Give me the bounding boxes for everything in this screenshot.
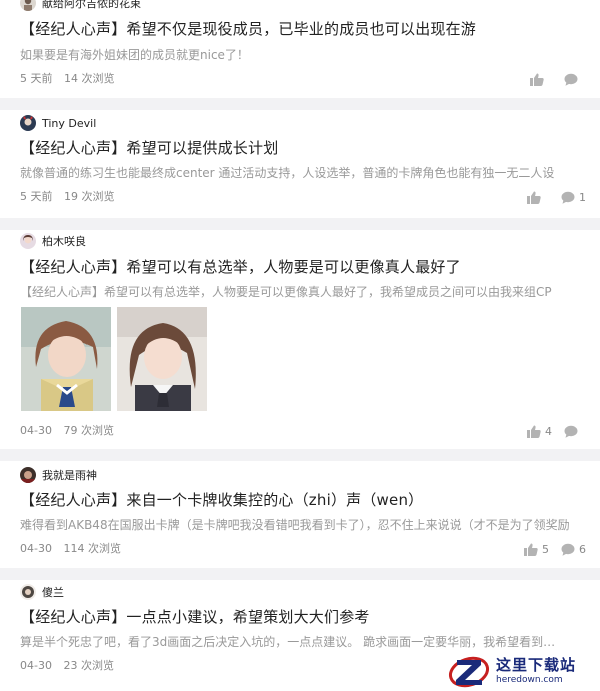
comment-bubble-icon	[564, 425, 578, 438]
post-date: 04-30	[20, 659, 52, 672]
post-image[interactable]	[21, 307, 111, 411]
post-date: 5 天前	[20, 190, 53, 203]
like-button[interactable]	[527, 191, 549, 204]
view-count: 19 次浏览	[64, 190, 115, 203]
thumbs-up-icon	[524, 543, 538, 556]
post-actions: 5 6	[512, 542, 586, 556]
view-count: 114 次浏览	[63, 542, 121, 555]
like-count: 5	[542, 542, 549, 556]
post-author[interactable]: 傻兰	[20, 584, 64, 600]
comment-feed: 献给阿尔吉侬的花束 【经纪人心声】希望不仅是现役成员，已毕业的成员也可以出现在游…	[0, 0, 600, 691]
comment-bubble-icon	[561, 543, 575, 556]
watermark-logo-icon	[448, 656, 490, 688]
site-watermark: 这里下载站 heredown.com	[448, 651, 596, 691]
view-count: 79 次浏览	[63, 424, 114, 437]
author-name[interactable]: Tiny Devil	[42, 117, 96, 130]
comment-button[interactable]: 6	[561, 543, 586, 556]
post-excerpt: 就像普通的练习生也能最终成center 通过活动支持，人设选举，普通的卡牌角色也…	[20, 166, 555, 180]
post-title[interactable]: 【经纪人心声】一点点小建议，希望策划大大们参考	[20, 606, 370, 627]
post-excerpt: 难得看到AKB48在国服出卡牌（是卡牌吧我没看错吧我看到卡了），忍不住上来说说（…	[20, 518, 570, 532]
avatar[interactable]	[20, 0, 36, 11]
comment-bubble-icon	[561, 191, 575, 204]
post-excerpt: 算是半个死忠了吧，看了3d画面之后决定入坑的，一点点建议。 跪求画面一定要华丽，…	[20, 635, 565, 649]
post-meta: 04-30 114 次浏览	[20, 540, 121, 556]
comment-button[interactable]	[564, 73, 586, 86]
like-count: 4	[545, 424, 552, 438]
divider	[0, 449, 600, 461]
avatar[interactable]	[20, 584, 36, 600]
author-name[interactable]: 献给阿尔吉侬的花束	[42, 0, 141, 11]
comment-button[interactable]: 1	[561, 191, 586, 204]
like-button[interactable]	[530, 73, 552, 86]
divider	[0, 218, 600, 230]
post-author[interactable]: 柏木咲良	[20, 233, 86, 249]
post-title[interactable]: 【经纪人心声】希望可以有总选举，人物要是可以更像真人最好了	[20, 256, 461, 277]
watermark-title: 这里下载站	[496, 655, 577, 674]
like-button[interactable]: 5	[524, 543, 549, 556]
avatar[interactable]	[20, 467, 36, 483]
post-actions: 1	[515, 190, 586, 204]
post-meta: 04-30 79 次浏览	[20, 422, 114, 438]
post-date: 04-30	[20, 424, 52, 437]
like-button[interactable]: 4	[527, 425, 552, 438]
divider	[0, 98, 600, 110]
post-excerpt: 如果要是有海外姐妹团的成员就更nice了！	[20, 48, 249, 62]
post-actions	[518, 72, 586, 86]
divider	[0, 568, 600, 580]
view-count: 23 次浏览	[63, 659, 114, 672]
post-author[interactable]: 献给阿尔吉侬的花束	[20, 0, 141, 11]
comment-count: 6	[579, 542, 586, 556]
comment-button[interactable]	[564, 425, 586, 438]
post-meta: 5 天前 19 次浏览	[20, 188, 115, 204]
post-card[interactable]: 献给阿尔吉侬的花束 【经纪人心声】希望不仅是现役成员，已毕业的成员也可以出现在游…	[0, 0, 600, 98]
comment-count: 1	[579, 190, 586, 204]
post-title[interactable]: 【经纪人心声】希望不仅是现役成员，已毕业的成员也可以出现在游	[20, 18, 476, 39]
post-date: 04-30	[20, 542, 52, 555]
post-author[interactable]: Tiny Devil	[20, 115, 96, 131]
avatar[interactable]	[20, 233, 36, 249]
watermark-url: heredown.com	[496, 674, 563, 685]
post-excerpt: 【经纪人心声】希望可以有总选举，人物要是可以更像真人最好了，我希望成员之间可以由…	[20, 285, 552, 299]
post-meta: 04-30 23 次浏览	[20, 657, 114, 673]
view-count: 14 次浏览	[64, 72, 115, 85]
thumbs-up-icon	[527, 191, 541, 204]
author-name[interactable]: 傻兰	[42, 584, 64, 600]
thumbs-up-icon	[530, 73, 544, 86]
post-title[interactable]: 【经纪人心声】来自一个卡牌收集控的心（zhi）声（wen）	[20, 489, 423, 510]
post-card[interactable]: 我就是雨神 【经纪人心声】来自一个卡牌收集控的心（zhi）声（wen） 难得看到…	[0, 461, 600, 568]
post-actions: 4	[515, 424, 586, 438]
watermark-text: 这里下载站 heredown.com	[496, 655, 577, 685]
thumbs-up-icon	[527, 425, 541, 438]
comment-bubble-icon	[564, 73, 578, 86]
post-meta: 5 天前 14 次浏览	[20, 70, 115, 86]
author-name[interactable]: 我就是雨神	[42, 467, 97, 483]
post-card[interactable]: 柏木咲良 【经纪人心声】希望可以有总选举，人物要是可以更像真人最好了 【经纪人心…	[0, 230, 600, 449]
post-image[interactable]	[117, 307, 207, 411]
post-author[interactable]: 我就是雨神	[20, 467, 97, 483]
post-title[interactable]: 【经纪人心声】希望可以提供成长计划	[20, 137, 278, 158]
post-card[interactable]: Tiny Devil 【经纪人心声】希望可以提供成长计划 就像普通的练习生也能最…	[0, 110, 600, 218]
avatar[interactable]	[20, 115, 36, 131]
author-name[interactable]: 柏木咲良	[42, 233, 86, 249]
post-date: 5 天前	[20, 72, 53, 85]
